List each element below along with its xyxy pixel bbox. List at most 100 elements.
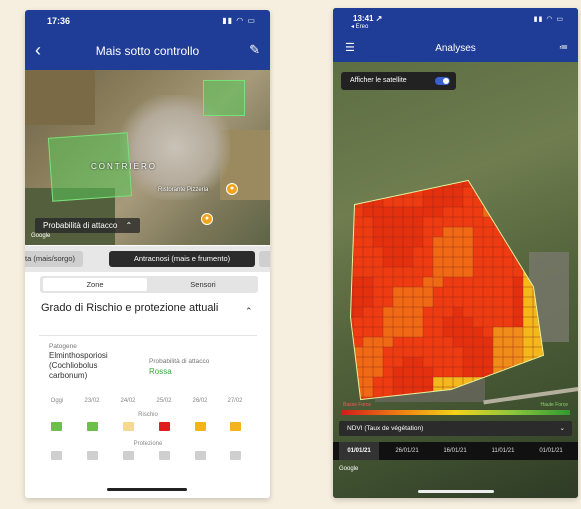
ndvi-cell (513, 217, 523, 227)
date-tab[interactable]: 11/01/21 (483, 442, 523, 460)
ndvi-cell (503, 187, 513, 197)
ndvi-cell (513, 317, 523, 327)
ndvi-cell (523, 257, 533, 267)
ndvi-cell (473, 257, 483, 267)
ndvi-cell (413, 227, 423, 237)
ndvi-cell (483, 257, 493, 267)
ndvi-cell (443, 317, 453, 327)
ndvi-cell (433, 237, 443, 247)
poi-pin-icon[interactable]: ● (226, 183, 238, 195)
protection-indicator (51, 451, 62, 460)
ndvi-cell (423, 247, 433, 257)
ndvi-cell (373, 337, 383, 347)
ndvi-cell (403, 367, 413, 377)
ndvi-cell (513, 387, 523, 397)
index-selector[interactable]: NDVI (Taux de végétation) ⌄ (339, 421, 572, 436)
ndvi-cell (433, 367, 443, 377)
ndvi-cell (383, 367, 393, 377)
ndvi-cell (483, 327, 493, 337)
ndvi-cell (453, 357, 463, 367)
ndvi-cell (523, 327, 533, 337)
ndvi-cell (493, 387, 503, 397)
ndvi-cell (493, 287, 503, 297)
ndvi-heatmap[interactable] (333, 117, 578, 417)
status-back-app[interactable]: ◂ Ereo (351, 23, 368, 30)
ndvi-cell (423, 277, 433, 287)
ndvi-cell (493, 297, 503, 307)
ndvi-cell (473, 387, 483, 397)
ndvi-cell (513, 347, 523, 357)
ndvi-cell (423, 237, 433, 247)
probability-selector[interactable]: Probabilità di attacco ⌃ (35, 218, 141, 233)
ndvi-cell (543, 317, 553, 327)
ndvi-cell (403, 197, 413, 207)
satellite-toggle[interactable]: Afficher le satellite (341, 72, 456, 90)
ndvi-cell (523, 237, 533, 247)
date-strip[interactable]: 01/01/21 26/01/21 16/01/21 11/01/21 01/0… (333, 442, 578, 460)
date-tab[interactable]: 01/01/21 (531, 442, 571, 460)
ndvi-cell (543, 267, 553, 277)
ndvi-cell (423, 257, 433, 267)
poi-pin-icon[interactable]: ● (201, 213, 213, 225)
home-indicator[interactable] (107, 488, 187, 491)
ndvi-cell (423, 367, 433, 377)
ndvi-cell (443, 347, 453, 357)
ndvi-cell (473, 217, 483, 227)
ndvi-cell (443, 247, 453, 257)
ndvi-cell (393, 257, 403, 267)
ndvi-cell (443, 217, 453, 227)
ndvi-cell (513, 367, 523, 377)
ndvi-cell (403, 347, 413, 357)
ndvi-cell (413, 217, 423, 227)
edit-icon[interactable]: ✎ (249, 42, 260, 58)
ndvi-cell (473, 237, 483, 247)
ndvi-cell (443, 257, 453, 267)
ndvi-cell (373, 347, 383, 357)
ndvi-cell (363, 207, 373, 217)
date-tab[interactable]: 16/01/21 (435, 442, 475, 460)
chevron-up-icon[interactable]: ⌃ (245, 306, 253, 317)
status-bar: 17:36 ▮▮ ◠ ▭ (25, 15, 270, 29)
toggle-switch[interactable] (435, 77, 450, 85)
ndvi-cell (363, 297, 373, 307)
satellite-map[interactable]: ● ● CONTRIERO Ristorante Pizzeria Probab… (25, 70, 270, 245)
filter-chip[interactable] (259, 251, 270, 267)
tab-sensori[interactable]: Sensori (151, 278, 255, 291)
home-indicator[interactable] (418, 490, 494, 493)
segmented-control: Zone Sensori (40, 276, 258, 293)
filter-chip[interactable]: ta (mais/sorgo) (25, 251, 84, 267)
date-tab[interactable]: 26/01/21 (387, 442, 427, 460)
ndvi-cell (483, 227, 493, 237)
ndvi-cell (353, 357, 363, 367)
list-icon[interactable]: ≔ (559, 42, 568, 53)
ndvi-cell (443, 387, 453, 397)
ndvi-legend: Basse Force Haute Force (341, 402, 570, 415)
risk-indicator (195, 422, 206, 431)
ndvi-cell (503, 267, 513, 277)
ndvi-cell (503, 377, 513, 387)
ndvi-cell (413, 237, 423, 247)
ndvi-cell (503, 247, 513, 257)
tab-zone[interactable]: Zone (43, 278, 147, 291)
legend-high-label: Haute Force (540, 402, 568, 408)
ndvi-cell (483, 187, 493, 197)
ndvi-cell (483, 297, 493, 307)
ndvi-cell (543, 217, 553, 227)
disease-filter-bar[interactable]: ta (mais/sorgo) Antracnosi (mais e frume… (25, 246, 270, 272)
date-tab-selected[interactable]: 01/01/21 (339, 442, 379, 460)
ndvi-cell (493, 217, 503, 227)
ndvi-cell (493, 377, 503, 387)
ndvi-map[interactable]: Afficher le satellite Basse Force Haute … (333, 62, 578, 498)
ndvi-cell (463, 237, 473, 247)
ndvi-cell (383, 287, 393, 297)
filter-chip-selected[interactable]: Antracnosi (mais e frumento) (109, 251, 255, 267)
risk-indicator (230, 422, 241, 431)
ndvi-cell (513, 267, 523, 277)
ndvi-cell (423, 217, 433, 227)
ndvi-cell (423, 297, 433, 307)
ndvi-cell (533, 277, 543, 287)
selected-field-zone[interactable] (203, 80, 245, 116)
risk-row-title: Rischio (138, 412, 158, 418)
ndvi-cell (443, 187, 453, 197)
ndvi-cell (373, 181, 383, 187)
